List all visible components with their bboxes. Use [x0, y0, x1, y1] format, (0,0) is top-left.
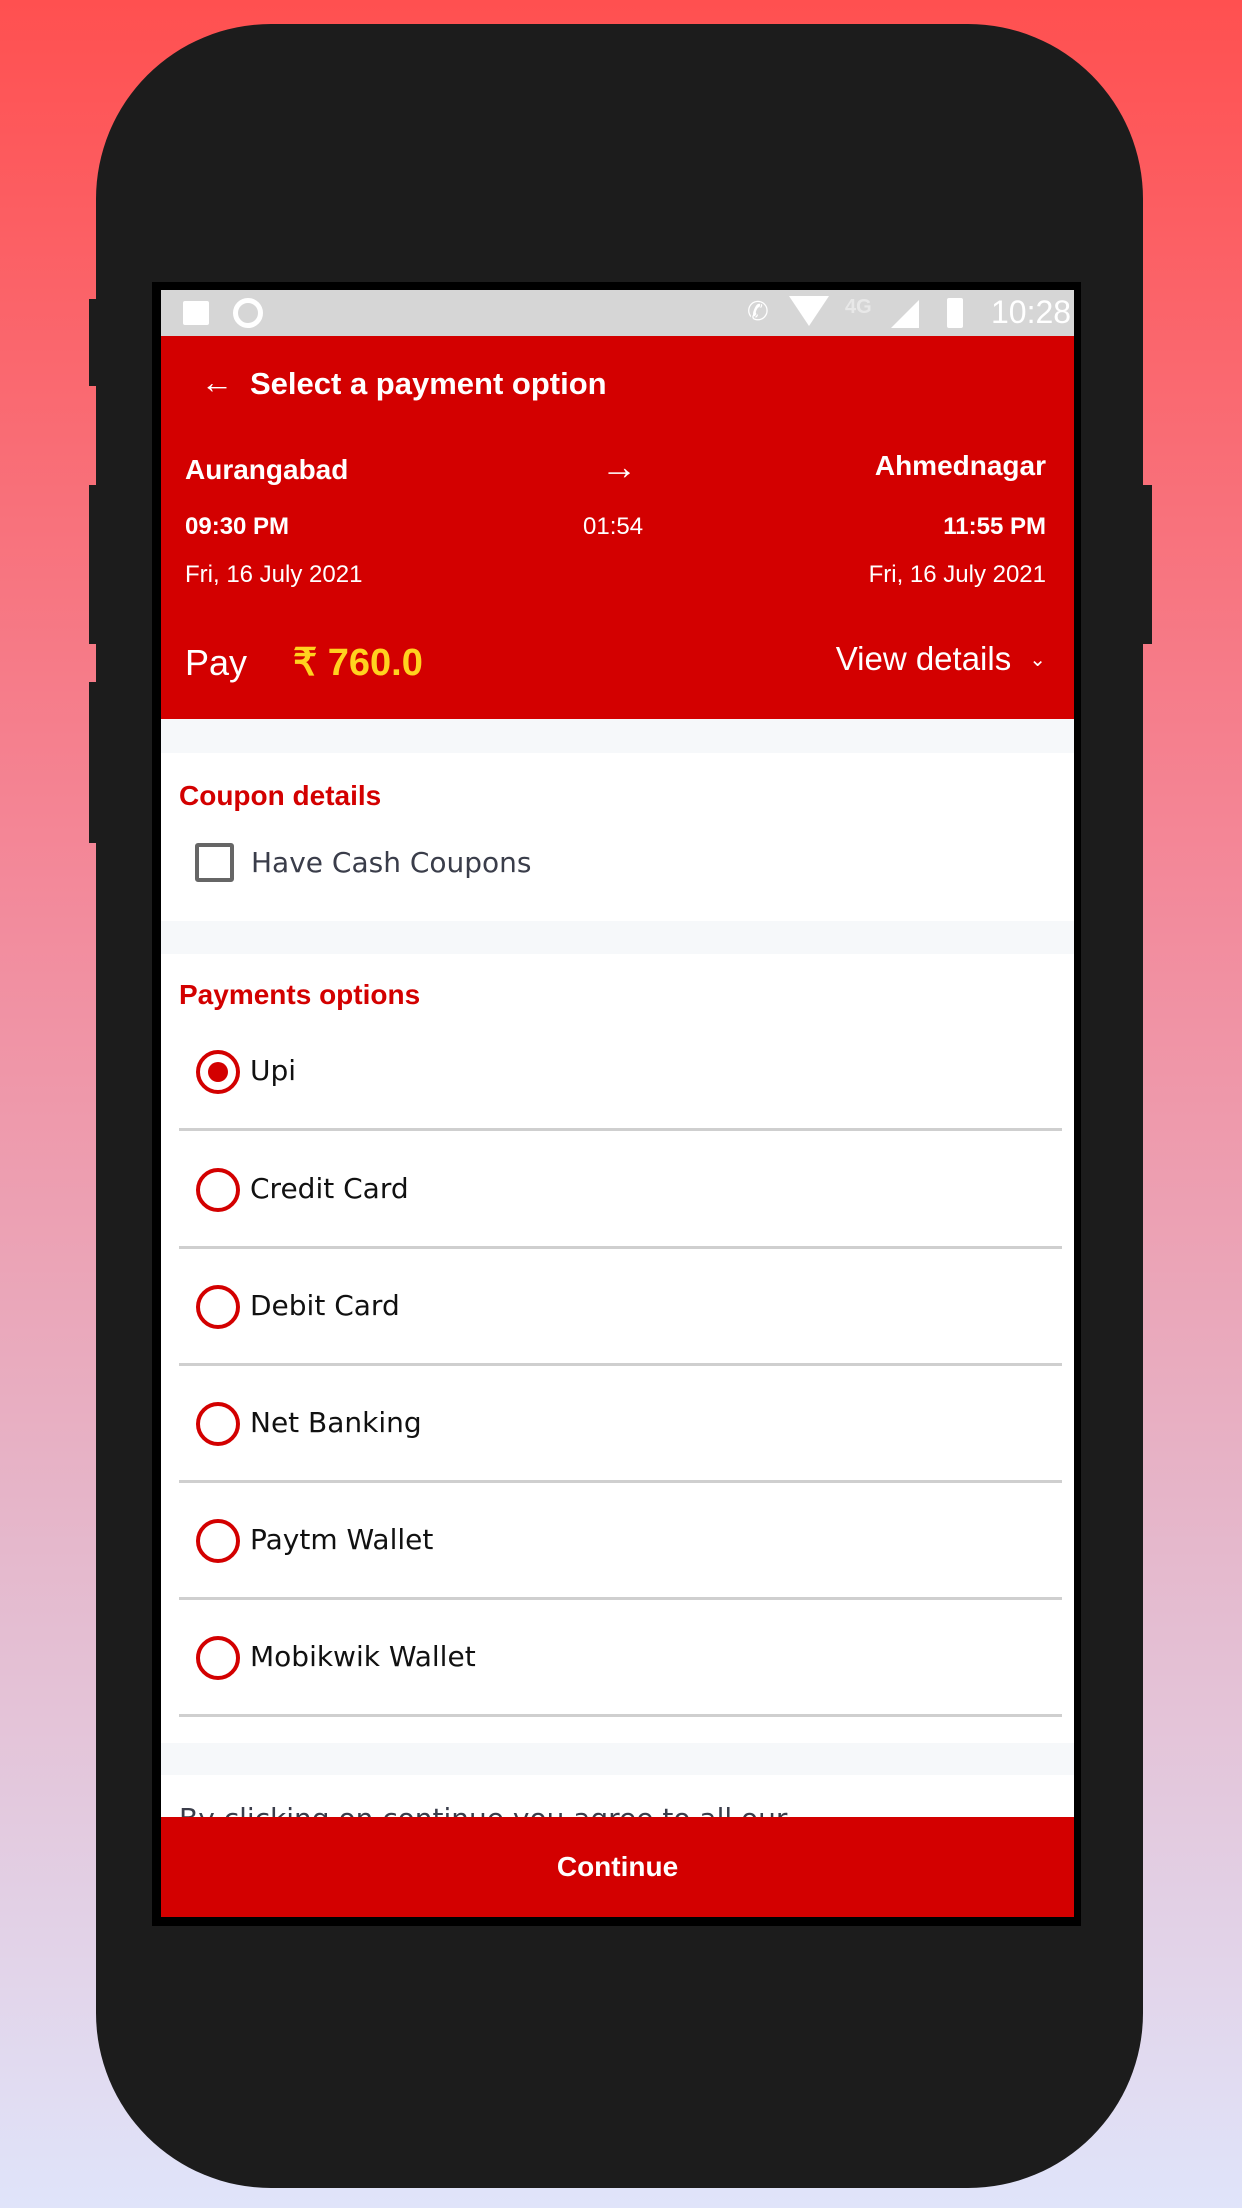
option-label: Net Banking — [250, 1406, 422, 1439]
header: ← Select a payment option Aurangabad → A… — [161, 336, 1074, 719]
payment-option-upi[interactable]: Upi — [179, 1014, 1062, 1131]
continue-label: Continue — [556, 1851, 679, 1882]
wifi-icon — [789, 296, 829, 326]
phone-volume-down-button — [89, 682, 101, 843]
radio-selected-icon — [196, 1050, 240, 1094]
circle-icon — [233, 298, 263, 328]
origin-city: Aurangabad — [185, 454, 349, 485]
departure-date: Fri, 16 July 2021 — [185, 561, 363, 588]
phone-side-button — [89, 299, 101, 386]
continue-button[interactable]: Continue — [161, 1817, 1074, 1917]
arrival-date: Fri, 16 July 2021 — [868, 561, 1046, 588]
section-divider — [161, 1743, 1074, 1775]
payment-option-paytm-wallet[interactable]: Paytm Wallet — [179, 1483, 1062, 1600]
option-label: Upi — [250, 1054, 297, 1087]
arrival-time: 11:55 PM — [943, 513, 1046, 540]
option-label: Credit Card — [250, 1172, 409, 1205]
pay-label: Pay — [185, 642, 248, 683]
signal-icon — [891, 300, 919, 328]
duration: 01:54 — [583, 513, 644, 540]
network-type: 4G — [845, 296, 872, 318]
coupon-section-title: Coupon details — [179, 780, 382, 811]
battery-charging-icon — [947, 298, 963, 328]
status-time: 10:28 — [991, 294, 1072, 330]
payment-option-net-banking[interactable]: Net Banking — [179, 1366, 1062, 1483]
pay-amount: ₹ 760.0 — [293, 642, 423, 684]
image-icon — [183, 301, 209, 325]
cash-coupons-checkbox[interactable]: Have Cash Coupons — [195, 843, 532, 882]
payment-option-credit-card[interactable]: Credit Card — [179, 1132, 1062, 1249]
chevron-down-icon: ⌄ — [1029, 648, 1046, 671]
option-label: Debit Card — [250, 1289, 400, 1322]
phone-volume-up-button — [89, 485, 101, 644]
arrow-left-icon: ← — [201, 364, 233, 400]
payment-option-debit-card[interactable]: Debit Card — [179, 1249, 1062, 1366]
option-label: Paytm Wallet — [250, 1523, 434, 1556]
status-bar: ✆ 4G 10:28 — [161, 290, 1074, 336]
phone-power-button — [1140, 485, 1152, 644]
departure-time: 09:30 PM — [185, 513, 290, 540]
wifi-call-icon: ✆ — [747, 296, 769, 326]
app-screen: ✆ 4G 10:28 ← Select a payment option Aur… — [161, 290, 1074, 1917]
destination-city: Ahmednagar — [874, 450, 1046, 481]
checkbox-label: Have Cash Coupons — [251, 846, 532, 879]
radio-unselected-icon — [196, 1636, 240, 1680]
view-details-button[interactable]: View details ⌄ — [836, 640, 1046, 678]
checkbox-icon — [195, 843, 234, 882]
radio-unselected-icon — [196, 1402, 240, 1446]
section-divider — [161, 719, 1074, 753]
radio-unselected-icon — [196, 1285, 240, 1329]
payments-section-title: Payments options — [179, 979, 421, 1010]
back-button[interactable]: ← — [201, 364, 233, 401]
page-title: Select a payment option — [250, 366, 607, 401]
option-label: Mobikwik Wallet — [250, 1640, 476, 1673]
radio-unselected-icon — [196, 1168, 240, 1212]
radio-unselected-icon — [196, 1519, 240, 1563]
section-divider — [161, 921, 1074, 954]
payment-option-mobikwik-wallet[interactable]: Mobikwik Wallet — [179, 1600, 1062, 1717]
view-details-label: View details — [835, 640, 1012, 677]
arrow-right-icon: → — [601, 446, 637, 487]
